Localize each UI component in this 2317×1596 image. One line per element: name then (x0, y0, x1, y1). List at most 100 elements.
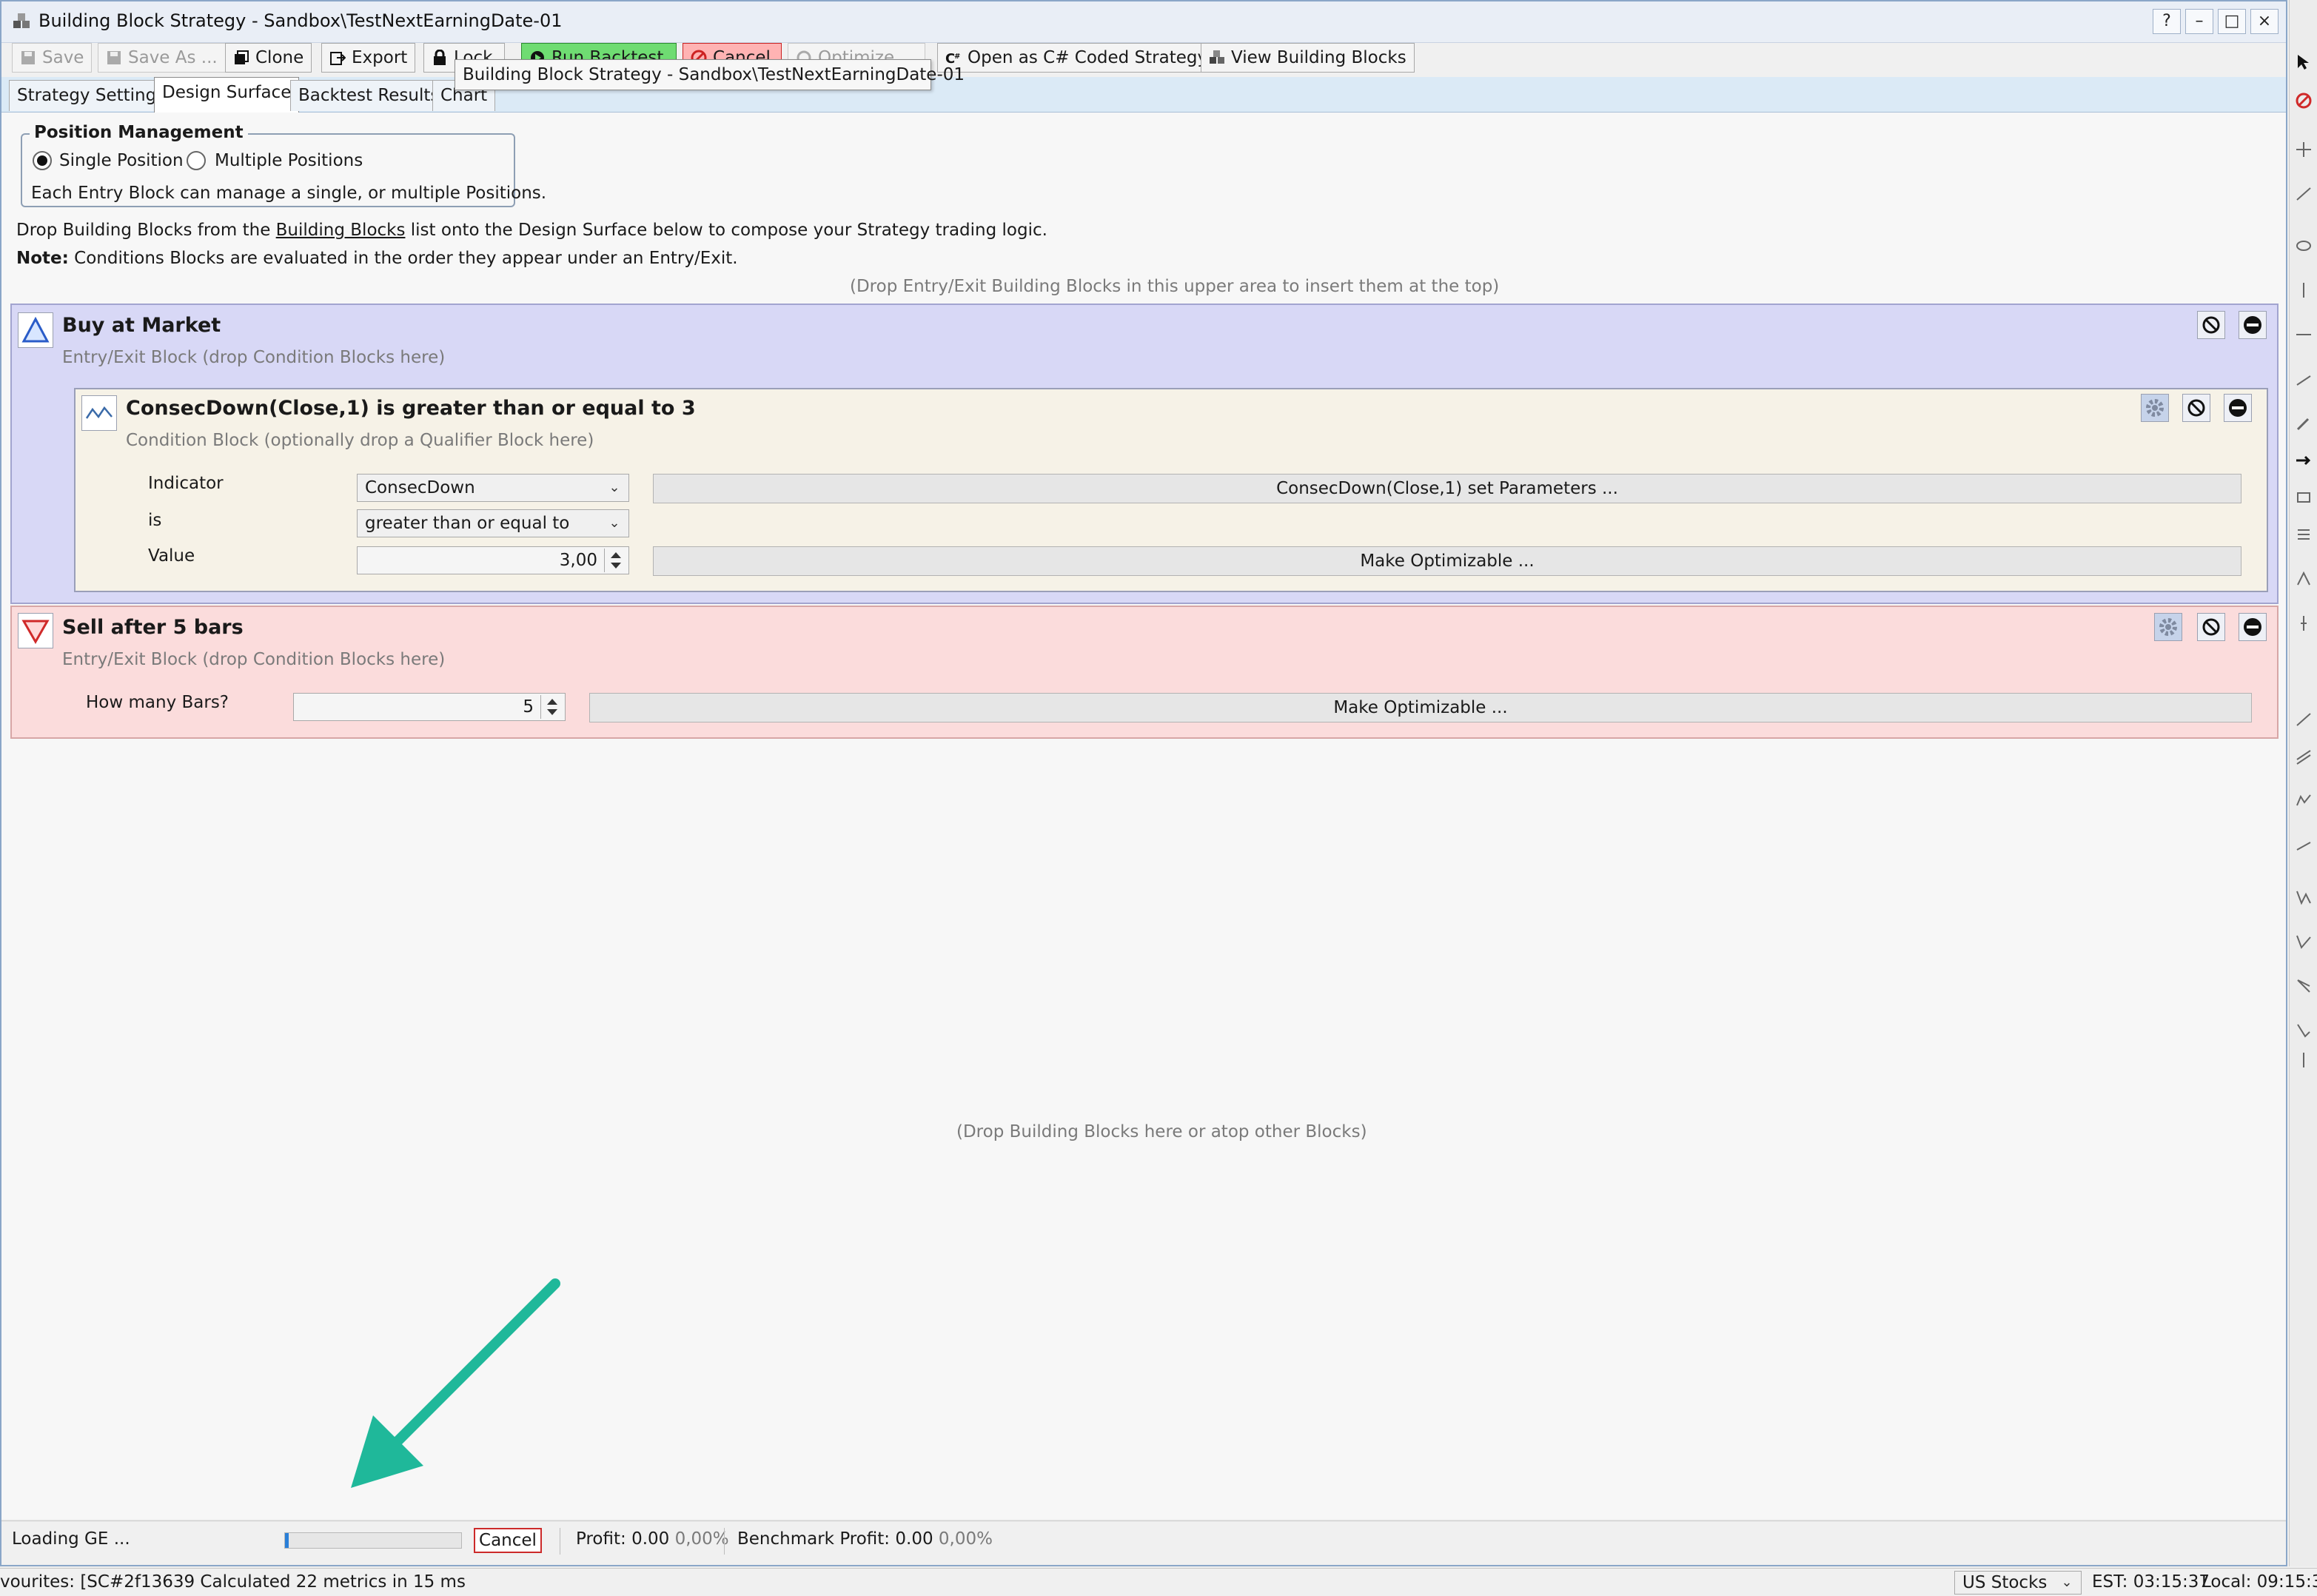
single-position-radio[interactable] (33, 151, 52, 170)
close-button[interactable]: × (2250, 9, 2279, 34)
note-text: Conditions Blocks are evaluated in the o… (68, 249, 738, 268)
fib-icon[interactable] (2295, 711, 2313, 728)
remove-exit-button[interactable] (2239, 613, 2267, 641)
benchmark-percent: 0,00% (938, 1529, 993, 1549)
spin-arrows[interactable] (604, 549, 627, 572)
horizontal-line-icon[interactable] (2295, 326, 2313, 343)
pattern-icon[interactable] (2295, 792, 2313, 810)
instructions-pre: Drop Building Blocks from the (16, 221, 276, 240)
disable-icon (2202, 316, 2220, 334)
save-button[interactable]: Save (12, 43, 93, 73)
indicator-select[interactable]: ConsecDown ⌄ (357, 474, 629, 502)
building-blocks-link[interactable]: Building Blocks (276, 221, 406, 240)
no-entry-icon[interactable] (2295, 92, 2313, 110)
value-stepper[interactable]: 3,00 (357, 546, 629, 574)
disable-icon (2187, 399, 2205, 417)
save-as-icon (107, 51, 121, 64)
cursor-icon[interactable] (2295, 53, 2313, 71)
market-select[interactable]: US Stocks ⌄ (1954, 1571, 2082, 1595)
view-building-blocks-label: View Building Blocks (1231, 48, 1406, 67)
ray-icon[interactable] (2295, 370, 2313, 388)
export-label: Export (352, 48, 408, 67)
exit-block-title: Sell after 5 bars (62, 616, 244, 639)
cancel-loading-button[interactable]: Cancel (474, 1528, 542, 1553)
progress-bar (284, 1532, 462, 1549)
set-parameters-button[interactable]: ConsecDown(Close,1) set Parameters ... (653, 474, 2241, 503)
exit-block-subtitle: Entry/Exit Block (drop Condition Blocks … (62, 650, 446, 669)
condition-make-optimizable-button[interactable]: Make Optimizable ... (653, 546, 2241, 576)
cycle-icon[interactable] (2295, 1022, 2313, 1039)
maximize-button[interactable]: □ (2218, 9, 2246, 34)
trendline-icon[interactable] (2295, 185, 2313, 203)
profit-value: 0.00 (631, 1529, 670, 1549)
instructions-post: list onto the Design Surface below to co… (405, 221, 1047, 240)
market-select-value: US Stocks (1962, 1573, 2048, 1592)
building-blocks-icon (1210, 50, 1224, 64)
multiple-positions-radio[interactable] (187, 151, 206, 170)
tab-strategy-settings[interactable]: Strategy Settings (9, 80, 174, 111)
building-blocks-icon (13, 13, 30, 28)
comparison-select[interactable]: greater than or equal to ⌄ (357, 509, 629, 537)
instructions-note: Note: Conditions Blocks are evaluated in… (16, 249, 738, 268)
channel-icon[interactable] (2295, 748, 2313, 765)
rectangle-icon[interactable] (2295, 489, 2313, 506)
bars-stepper[interactable]: 5 (293, 693, 566, 721)
profit-label: Profit: (576, 1529, 626, 1549)
arrow-icon[interactable] (2295, 452, 2313, 469)
view-building-blocks-button[interactable]: View Building Blocks (1201, 43, 1415, 73)
indicator-wave-icon (81, 395, 117, 431)
disable-entry-button[interactable] (2197, 311, 2225, 339)
exit-triangle-icon (18, 613, 53, 648)
condition-block-subtitle: Condition Block (optionally drop a Quali… (126, 431, 594, 450)
value-label: Value (148, 546, 195, 566)
clone-label: Clone (255, 48, 304, 67)
tab-backtest-results[interactable]: Backtest Results (290, 80, 448, 111)
clone-icon (235, 50, 249, 64)
open-as-coded-label: Open as C# Coded Strategy (968, 48, 1208, 67)
csharp-icon: C# (945, 51, 960, 66)
text-lines-icon[interactable] (2295, 526, 2313, 543)
pencil-icon[interactable] (2295, 415, 2313, 432)
export-button[interactable]: Export (321, 43, 416, 73)
benchmark-label: Benchmark Profit: (737, 1529, 891, 1549)
gann-icon[interactable] (2295, 977, 2313, 995)
exit-make-optimizable-button[interactable]: Make Optimizable ... (589, 693, 2252, 722)
disable-condition-button[interactable] (2182, 394, 2210, 422)
remove-icon (2244, 316, 2261, 334)
value-stepper-value: 3,00 (559, 551, 597, 570)
tab-design-surface[interactable]: Design Surface (154, 77, 300, 113)
remove-condition-button[interactable] (2224, 394, 2252, 422)
entry-block-title: Buy at Market (62, 314, 221, 337)
ellipse-icon[interactable] (2295, 237, 2313, 255)
open-as-coded-button[interactable]: C # Open as C# Coded Strategy (937, 43, 1216, 73)
condition-settings-button[interactable] (2141, 394, 2169, 422)
line-tool-icon[interactable] (2295, 836, 2313, 854)
svg-text:#: # (954, 53, 960, 61)
multiple-positions-label: Multiple Positions (215, 151, 363, 170)
single-position-label: Single Position (59, 151, 184, 170)
remove-entry-button[interactable] (2239, 311, 2267, 339)
position-management-legend: Position Management (30, 123, 248, 142)
help-button[interactable]: ? (2153, 9, 2181, 34)
entry-block-subtitle: Entry/Exit Block (drop Condition Blocks … (62, 348, 446, 367)
zigzag-icon[interactable] (2295, 933, 2313, 950)
instructions-line: Drop Building Blocks from the Building B… (16, 221, 1047, 240)
wave-icon[interactable] (2295, 888, 2313, 906)
indicator-select-value: ConsecDown (365, 478, 475, 497)
status-separator (724, 1528, 725, 1555)
save-as-button[interactable]: Save As ... (98, 43, 226, 73)
disable-exit-button[interactable] (2197, 613, 2225, 641)
chevron-down-icon: ⌄ (608, 515, 620, 531)
pitchfork-icon[interactable] (2295, 570, 2313, 588)
exit-settings-button[interactable] (2154, 613, 2182, 641)
marker-icon[interactable] (2295, 614, 2313, 632)
tooltip: Building Block Strategy - Sandbox\TestNe… (455, 59, 965, 90)
chevron-down-icon: ⌄ (608, 480, 620, 495)
vertical-line-icon[interactable] (2295, 281, 2313, 299)
clone-button[interactable]: Clone (225, 43, 312, 73)
spin-arrows[interactable] (540, 695, 563, 719)
bars-stepper-value: 5 (523, 697, 534, 717)
crosshair-icon[interactable] (2295, 141, 2313, 158)
minimize-button[interactable]: – (2185, 9, 2213, 34)
period-icon[interactable] (2295, 1051, 2313, 1069)
